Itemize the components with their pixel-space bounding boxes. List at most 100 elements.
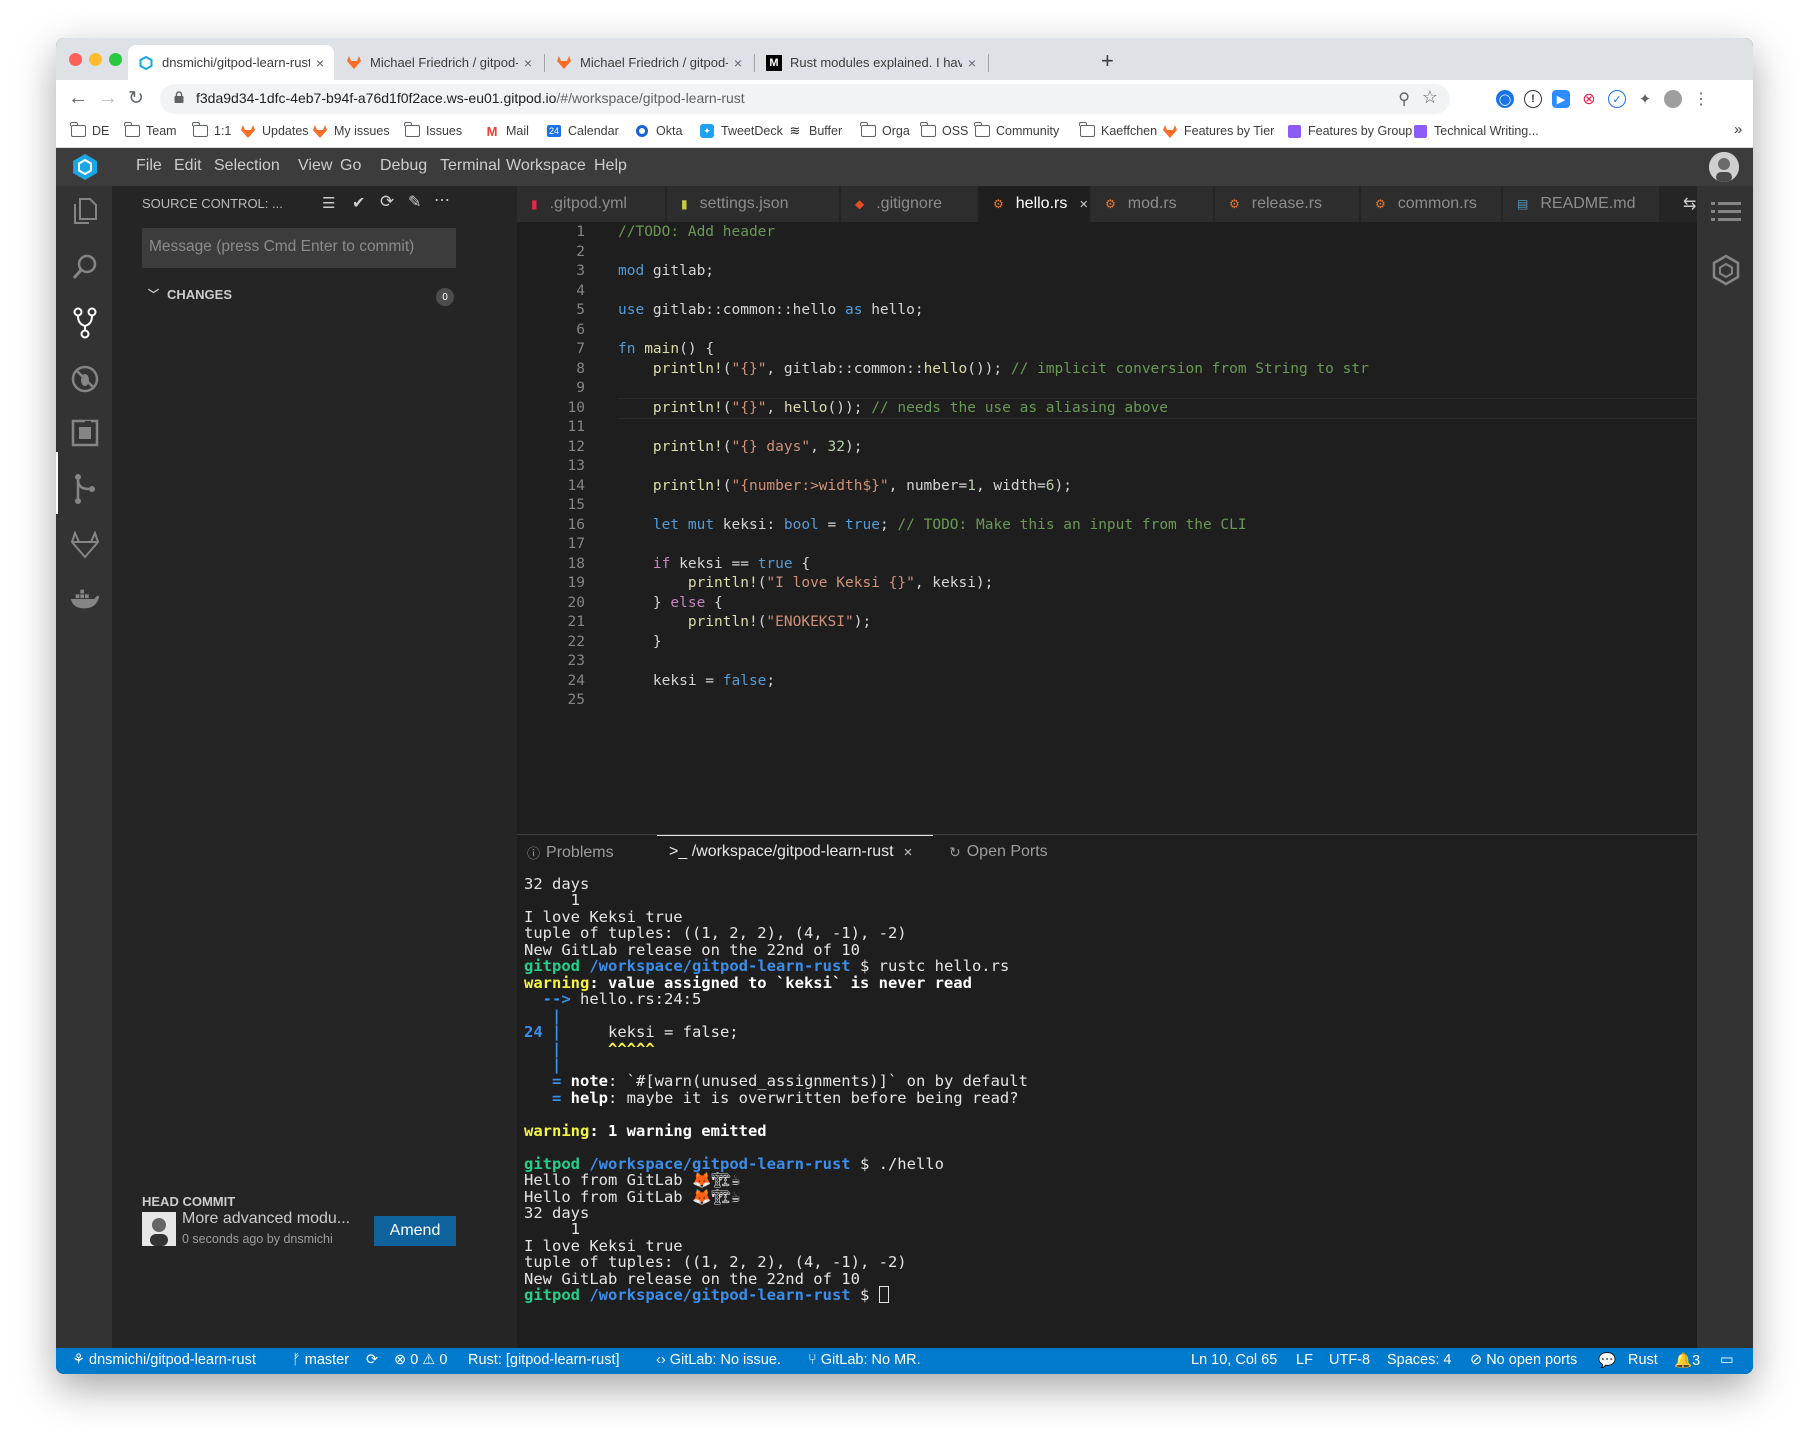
code-line[interactable]: } else {	[618, 595, 723, 611]
browser-tab-gitlab-1[interactable]: Michael Friedrich / gitpod-learn ×	[336, 45, 542, 80]
bookmark-item[interactable]: Team	[124, 122, 177, 138]
minimize-window-button[interactable]	[89, 53, 102, 66]
code-line[interactable]: println!("{} days", 32);	[618, 439, 863, 455]
status-branch[interactable]: ᚠ master	[292, 1352, 349, 1368]
bookmark-item[interactable]: DE	[70, 122, 109, 138]
user-avatar[interactable]	[1709, 152, 1739, 182]
feedback-icon[interactable]: 💬	[1598, 1352, 1616, 1369]
view-as-tree-icon[interactable]: ☰	[322, 194, 335, 212]
bookmark-item[interactable]: 1:1	[192, 122, 231, 138]
gitpod-logo-icon[interactable]	[70, 152, 100, 182]
bookmark-item[interactable]: ≋ Buffer	[787, 123, 843, 138]
amend-button[interactable]: Amend	[374, 1216, 456, 1246]
compare-changes-icon[interactable]: ⇆	[1683, 194, 1696, 214]
code-editor[interactable]: 1 2 3 4 5 6 7 8 9 10 11 12 13 14 15 16 17 18 19 20 21 22 23 24 2…	[517, 222, 1753, 834]
code-line[interactable]: println!("{number:>width$}", number=1, w…	[618, 478, 1072, 494]
tab-problems[interactable]: ⓘ Problems	[527, 843, 614, 862]
commit-check-icon[interactable]: ✔	[352, 193, 365, 213]
bookmark-item[interactable]: OSS	[920, 122, 968, 138]
menu-item-debug[interactable]: Debug	[380, 157, 427, 175]
debug-icon[interactable]	[70, 364, 100, 394]
bookmark-item[interactable]: Technical Writing...	[1412, 124, 1539, 138]
docker-icon[interactable]	[70, 584, 100, 614]
close-window-button[interactable]	[69, 53, 82, 66]
code-line[interactable]: let mut keksi: bool = true; // TODO: Mak…	[618, 517, 1247, 533]
more-actions-icon[interactable]: ⋯	[434, 190, 450, 210]
checkmark-extension-icon[interactable]: ✓	[1608, 90, 1626, 108]
status-repo[interactable]: ⚘ dnsmichi/gitpod-learn-rust	[72, 1352, 256, 1368]
code-line[interactable]: keksi = false;	[618, 673, 775, 689]
bookmark-item[interactable]: My issues	[312, 124, 390, 138]
browser-tab-gitlab-2[interactable]: Michael Friedrich / gitpod-learn ×	[546, 45, 752, 80]
panel-toggle-icon[interactable]: ▭	[1720, 1352, 1734, 1368]
bookmark-item[interactable]: Community	[974, 122, 1059, 138]
editor-tab[interactable]: ▮ .gitpod.yml	[517, 186, 665, 222]
explorer-icon[interactable]	[70, 196, 100, 226]
code-line[interactable]: println!("I love Keksi {}", keksi);	[618, 575, 994, 591]
code-line[interactable]: println!("{}", hello()); // needs the us…	[618, 400, 1168, 416]
status-indentation[interactable]: Spaces: 4	[1387, 1352, 1452, 1368]
status-gitlab-issue[interactable]: ‹› GitLab: No issue.	[656, 1352, 781, 1368]
status-notifications[interactable]: 🔔3	[1674, 1352, 1700, 1369]
menu-item-help[interactable]: Help	[594, 157, 627, 175]
gitlab-workflow-icon[interactable]	[70, 530, 100, 560]
bookmark-item[interactable]: Features by Tier	[1162, 124, 1274, 138]
code-line[interactable]: //TODO: Add header	[618, 224, 775, 240]
zoom-icon[interactable]: ⚲	[1398, 89, 1410, 109]
browser-tab-gitpod[interactable]: dnsmichi/gitpod-learn-rust - m ×	[128, 45, 334, 80]
password-manager-icon[interactable]: !	[1524, 90, 1542, 108]
bookmark-item[interactable]: ✦ TweetDeck	[699, 124, 783, 138]
close-icon[interactable]: ×	[734, 55, 742, 71]
menu-item-go[interactable]: Go	[340, 157, 361, 175]
commit-message-input[interactable]: Message (press Cmd Enter to commit)	[142, 228, 456, 268]
code-line[interactable]: mod gitlab;	[618, 263, 714, 279]
status-encoding[interactable]: UTF-8	[1329, 1352, 1370, 1368]
status-problems[interactable]: ⊗ 0 ⚠ 0	[394, 1352, 447, 1368]
code-line[interactable]: }	[618, 634, 662, 650]
code-line[interactable]: if keksi == true {	[618, 556, 810, 572]
status-ports[interactable]: ⊘ No open ports	[1470, 1352, 1577, 1368]
zoom-window-button[interactable]	[109, 53, 122, 66]
tab-open-ports[interactable]: ↻ Open Ports	[949, 843, 1048, 861]
editor-tab[interactable]: ▮ settings.json	[667, 186, 839, 222]
sync-icon[interactable]: ⟳	[366, 1352, 378, 1368]
status-language[interactable]: Rust	[1628, 1352, 1658, 1368]
editor-tab[interactable]: ⚙ release.rs	[1215, 186, 1359, 222]
close-icon[interactable]: ×	[968, 55, 976, 71]
code-line[interactable]: println!("{}", gitlab::common::hello());…	[618, 361, 1369, 377]
new-tab-button[interactable]: +	[1101, 48, 1114, 74]
editor-tab[interactable]: ⚙ mod.rs	[1091, 186, 1213, 222]
reload-icon[interactable]: ↻	[128, 87, 144, 110]
forward-arrow-icon[interactable]: →	[98, 87, 118, 110]
close-icon[interactable]: ×	[904, 844, 913, 861]
code-line[interactable]: fn main() {	[618, 341, 714, 357]
menu-item-selection[interactable]: Selection	[214, 157, 280, 175]
source-control-icon[interactable]	[70, 307, 100, 339]
browser-tab-medium[interactable]: M Rust modules explained. I have ×	[756, 45, 986, 80]
code-line[interactable]: println!("ENOKEKSI");	[618, 614, 871, 630]
more-bookmarks-button[interactable]: »	[1734, 121, 1742, 138]
tab-terminal[interactable]: >_ /workspace/gitpod-learn-rust ×	[669, 843, 912, 861]
zoom-meeting-icon[interactable]: ▶	[1552, 90, 1570, 108]
outline-list-icon[interactable]	[1711, 200, 1741, 229]
extensions-icon[interactable]	[70, 418, 100, 448]
back-arrow-icon[interactable]: ←	[68, 87, 88, 110]
editor-tab[interactable]: ◆ .gitignore	[841, 186, 977, 222]
search-icon[interactable]	[70, 252, 100, 282]
refresh-icon[interactable]: ⟳	[380, 192, 394, 212]
menu-item-terminal[interactable]: Terminal	[440, 157, 500, 175]
puzzle-icon[interactable]: ✦	[1636, 90, 1654, 108]
bookmark-star-icon[interactable]: ☆	[1422, 87, 1438, 108]
edit-icon[interactable]: ✎	[408, 192, 421, 212]
bookmark-item[interactable]: Issues	[404, 122, 462, 138]
bookmark-item[interactable]: Okta	[634, 124, 682, 138]
bookmark-item[interactable]: Updates	[240, 124, 309, 138]
status-cursor-position[interactable]: Ln 10, Col 65	[1191, 1352, 1277, 1368]
changes-section-header[interactable]: ﹀ CHANGES	[148, 286, 232, 302]
bookmark-item[interactable]: M Mail	[484, 124, 529, 139]
close-icon[interactable]: ×	[316, 55, 324, 71]
close-icon[interactable]: ×	[1079, 196, 1088, 213]
pull-request-icon[interactable]	[70, 474, 100, 504]
editor-tab[interactable]: ⚙ hello.rs ×	[979, 186, 1089, 222]
profile-avatar[interactable]	[1664, 90, 1682, 108]
